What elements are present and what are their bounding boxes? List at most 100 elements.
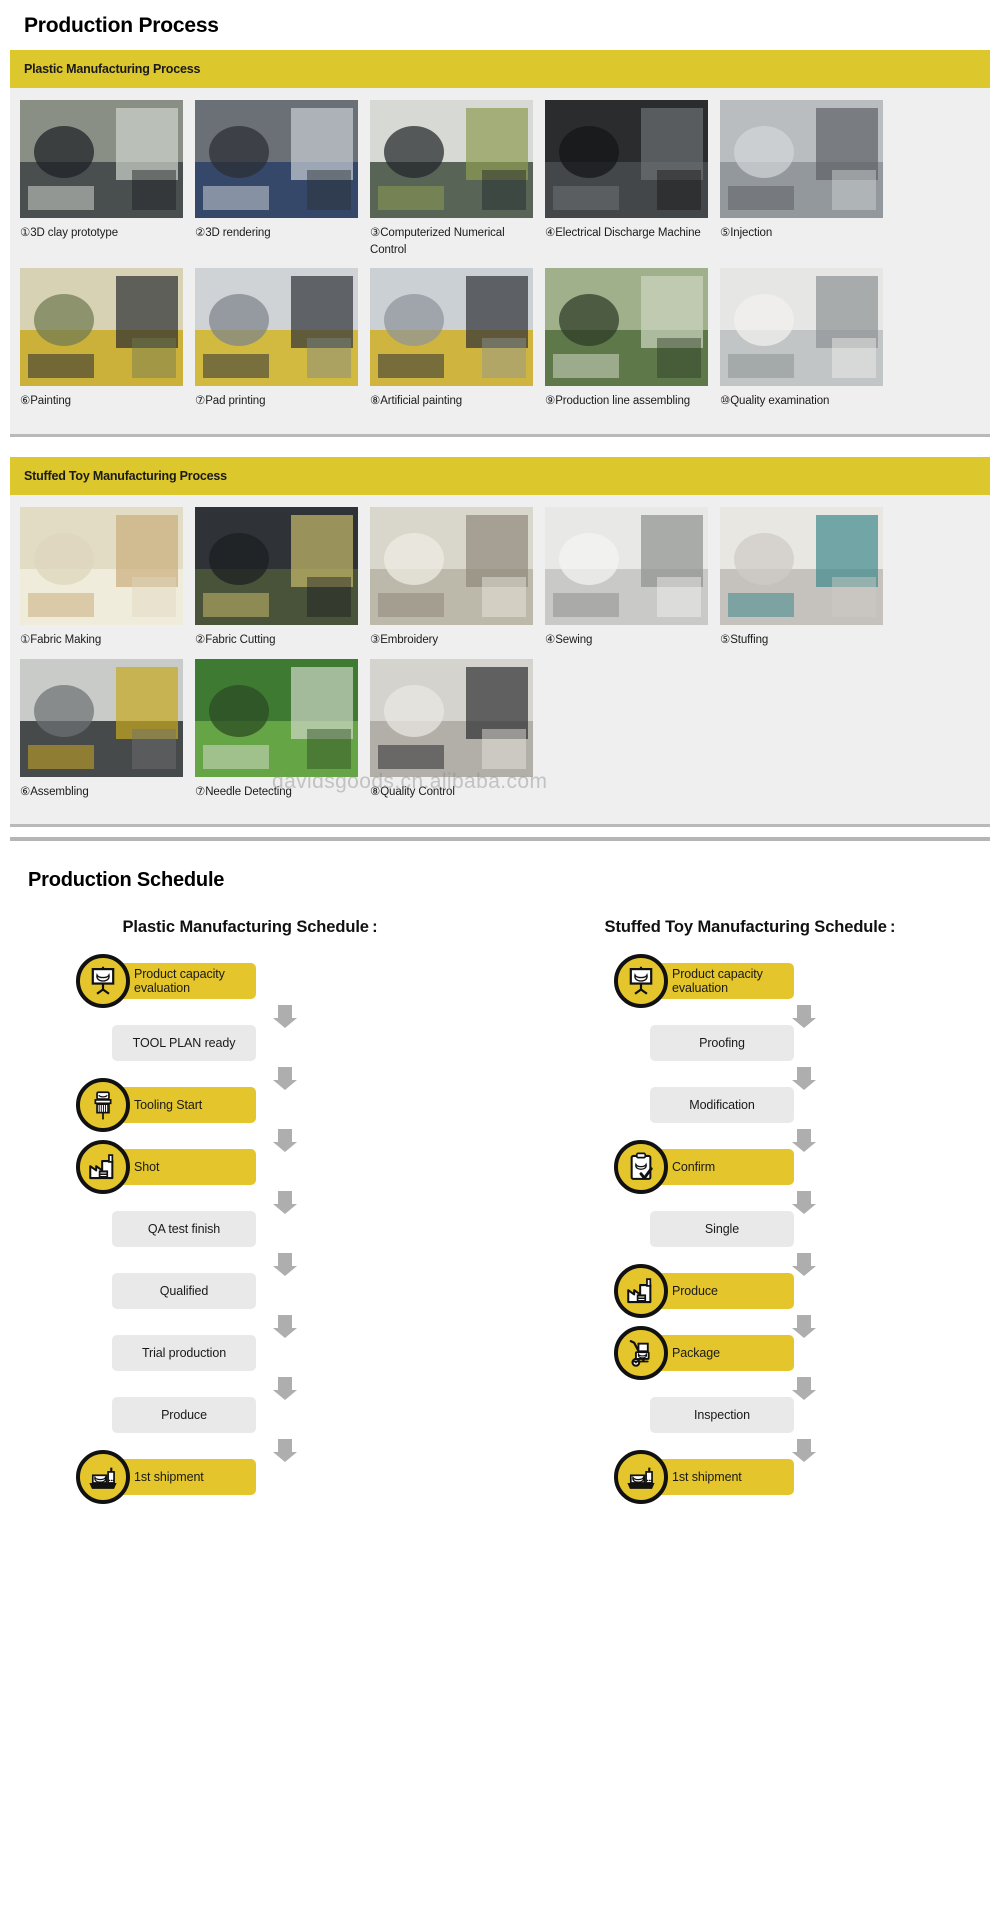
assembly-line-photo[interactable] [545,268,708,387]
injection-molding-hoppers-photo[interactable] [720,100,883,218]
process-step-cell[interactable]: ⑧Artificial painting [370,268,533,410]
process-step-cell[interactable]: ⑦Needle Detecting [195,658,358,801]
flow-step[interactable]: QA test finish [0,1211,500,1248]
flow-arrow-down-icon [0,1371,500,1401]
assembling-parts-photo[interactable] [20,658,183,777]
process-step-cell[interactable]: ③Embroidery [370,507,533,649]
flow-arrow-down-icon [0,1247,500,1277]
flow-step[interactable]: Qualified [0,1273,500,1310]
flow-arrow-down-icon [500,1061,1000,1091]
flow-step[interactable]: Produce [0,1397,500,1434]
process-step-cell[interactable]: ⑧Quality Control [370,658,533,801]
flow-step-label: Qualified [112,1273,256,1310]
schedule-column: Stuffed Toy Manufacturing Schedule : Prod… [500,918,1000,1505]
flow-step[interactable]: Shot [0,1140,500,1195]
flow-arrow-down-icon [500,1123,1000,1153]
flow-arrow-down-icon [0,999,500,1029]
sewing-machine-photo[interactable] [545,507,708,626]
drill-bit-icon [76,1078,130,1133]
process-step-cell[interactable]: ①3D clay prototype [20,100,183,258]
flow-arrow-down-icon [0,1123,500,1153]
process-step-cell[interactable]: ⑥Assembling [20,658,183,801]
process-step-cell[interactable]: ②3D rendering [195,100,358,258]
flow-arrow-down-icon [500,1433,1000,1463]
factory-icon [76,1140,130,1195]
process-step-cell[interactable]: ④Electrical Discharge Machine [545,100,708,258]
process-step-caption: ①3D clay prototype [20,227,118,239]
stuffing-fiber-photo[interactable] [720,507,883,626]
flow-step[interactable]: Proofing [500,1025,1000,1062]
flow-step[interactable]: TOOL PLAN ready [0,1025,500,1062]
flow-arrow-down-icon [500,1247,1000,1277]
process-step-cell[interactable]: ⑩Quality examination [720,268,883,410]
flow-step-label: Trial production [112,1335,256,1372]
process-step-cell[interactable]: ⑤Injection [720,100,883,258]
flow-step[interactable]: Single [500,1211,1000,1248]
flow-step[interactable]: Confirm [500,1140,1000,1195]
embroidery-machines-photo[interactable] [370,507,533,626]
panel-header: Stuffed Toy Manufacturing Process [10,457,990,496]
process-panels: Plastic Manufacturing Process ①3D clay p… [0,50,1000,828]
process-step-caption: ⑩Quality examination [720,395,830,408]
edm-machine-photo[interactable] [545,100,708,218]
process-step-caption: ③Computerized Numerical Control [370,227,505,256]
hand-truck-icon [614,1326,668,1381]
process-step-caption: ④Electrical Discharge Machine [545,227,701,239]
flow-step-label: Confirm [650,1149,794,1186]
process-step-cell[interactable]: ⑦Pad printing [195,268,358,410]
flow-step[interactable]: Product capacity evaluation [0,954,500,1009]
flow-step[interactable]: 1st shipment [0,1450,500,1505]
process-step-caption: ⑨Production line assembling [545,395,691,408]
flow-step[interactable]: Modification [500,1087,1000,1124]
process-step-cell[interactable]: ①Fabric Making [20,507,183,649]
flow-step-label: QA test finish [112,1211,256,1248]
flow-step[interactable]: Package [500,1326,1000,1381]
needle-detector-photo[interactable] [195,658,358,777]
process-step-cell[interactable]: ⑥Painting [20,268,183,410]
process-step-caption: ②Fabric Cutting [195,634,276,647]
hand-painting-worker-photo[interactable] [370,268,533,387]
schedule-heading: Stuffed Toy Manufacturing Schedule : [604,918,896,937]
flow-step[interactable]: Produce [500,1264,1000,1319]
flow-step[interactable]: 1st shipment [500,1450,1000,1505]
flow-step[interactable]: Tooling Start [0,1078,500,1133]
flow-arrow-down-icon [0,1061,500,1091]
flow-step-label: Produce [112,1397,256,1434]
cnc-machine-operator-photo[interactable] [370,100,533,218]
panel-body: ①Fabric Making ②Fabric Cutting ③Embroide… [10,495,990,824]
process-step-cell[interactable]: ③Computerized Numerical Control [370,100,533,258]
painting-line-workers-photo[interactable] [20,268,183,387]
flow-arrow-down-icon [0,1185,500,1215]
flow-arrow-down-icon [500,999,1000,1029]
process-step-cell[interactable]: ②Fabric Cutting [195,507,358,649]
flow-step[interactable]: Product capacity evaluation [500,954,1000,1009]
flow-step[interactable]: Inspection [500,1397,1000,1434]
pad-printing-worker-photo[interactable] [195,268,358,387]
process-step-cell[interactable]: ⑤Stuffing [720,507,883,649]
worker-clay-prototype-photo[interactable] [20,100,183,218]
flow-step-label: Package [650,1335,794,1372]
worker-cad-monitor-photo[interactable] [195,100,358,218]
fabric-marking-photo[interactable] [20,507,183,626]
quality-control-table-photo[interactable] [370,658,533,777]
schedule-columns: Plastic Manufacturing Schedule : Product … [0,902,1000,1521]
process-step-cell[interactable]: ④Sewing [545,507,708,649]
process-step-cell[interactable]: ⑨Production line assembling [545,268,708,410]
cargo-ship-icon [614,1450,668,1505]
micrometer-measuring-photo[interactable] [720,268,883,387]
panel-body: ①3D clay prototype ②3D rendering ③Comput… [10,88,990,434]
flow-step-label: TOOL PLAN ready [112,1025,256,1062]
fabric-cutting-photo[interactable] [195,507,358,626]
presentation-board-icon [614,954,668,1009]
schedule-column: Plastic Manufacturing Schedule : Product … [0,918,500,1505]
flow-step[interactable]: Trial production [0,1335,500,1372]
clipboard-check-icon [614,1140,668,1195]
flow-step-label: Product capacity evaluation [112,963,256,1000]
flow-step-label: Shot [112,1149,256,1186]
process-panel: Plastic Manufacturing Process ①3D clay p… [10,50,990,438]
schedule-heading: Plastic Manufacturing Schedule : [122,918,378,937]
process-step-caption: ⑦Pad printing [195,395,266,408]
process-step-caption: ⑥Assembling [20,785,89,798]
process-step-caption: ①Fabric Making [20,634,102,647]
flow-step-label: Product capacity evaluation [650,963,794,1000]
